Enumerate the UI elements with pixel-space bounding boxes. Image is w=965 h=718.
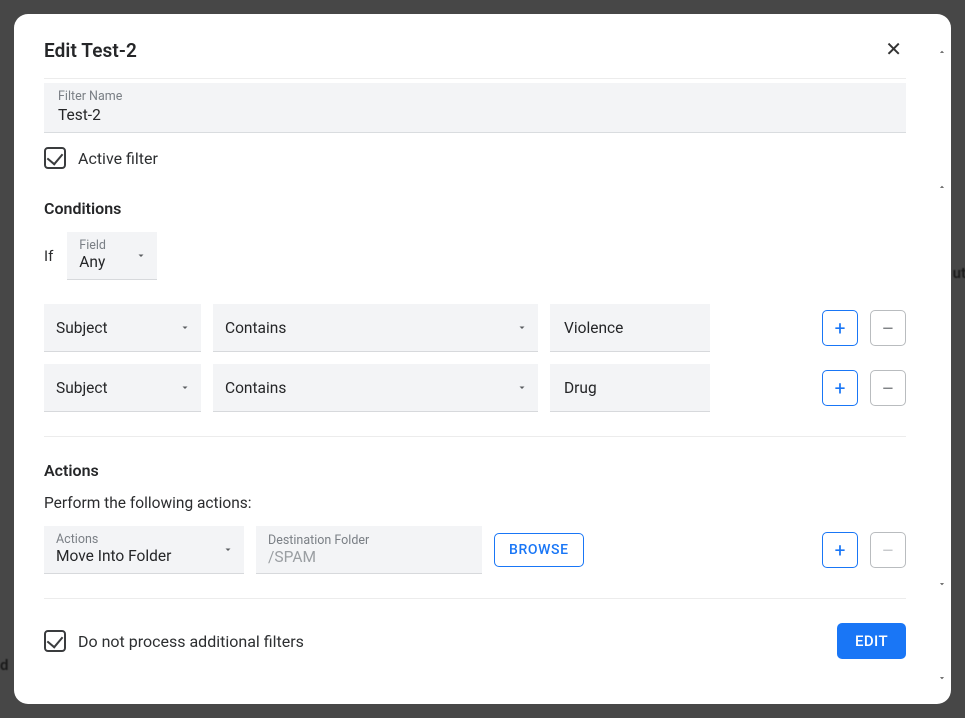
condition-field-value: Subject	[56, 379, 167, 397]
stop-processing-checkbox[interactable]	[44, 630, 66, 652]
action-type-select[interactable]: Actions Move Into Folder	[44, 526, 244, 574]
close-icon[interactable]: ✕	[881, 36, 906, 64]
chevron-down-icon	[516, 378, 528, 397]
chevron-down-icon	[516, 318, 528, 337]
destination-folder-label: Destination Folder	[268, 533, 470, 548]
action-row: Actions Move Into Folder Destination Fol…	[44, 526, 906, 574]
match-mode-select[interactable]: Field Any	[67, 232, 157, 280]
match-mode-value: Any	[79, 253, 123, 272]
remove-condition-button[interactable]: –	[870, 310, 906, 346]
match-mode-field-label: Field	[79, 238, 123, 253]
remove-action-button: –	[870, 532, 906, 568]
chevron-down-icon	[135, 246, 147, 265]
scroll-up-icon[interactable]	[935, 179, 949, 195]
filter-name-label: Filter Name	[58, 89, 892, 104]
active-filter-checkbox[interactable]	[44, 147, 66, 169]
dialog-scroll-area: Edit Test-2 ✕ Filter Name Active filter …	[14, 14, 936, 704]
condition-value-input[interactable]	[550, 364, 710, 412]
condition-op-value: Contains	[225, 319, 504, 337]
dialog-title: Edit Test-2	[44, 39, 137, 62]
chevron-down-icon	[179, 378, 191, 397]
actions-title: Actions	[44, 461, 906, 480]
action-type-label: Actions	[56, 532, 210, 547]
action-type-value: Move Into Folder	[56, 547, 210, 566]
if-label: If	[44, 247, 53, 265]
scroll-up-icon[interactable]	[935, 44, 949, 60]
active-filter-label: Active filter	[78, 149, 158, 168]
filter-name-field[interactable]: Filter Name	[44, 83, 906, 133]
perform-label: Perform the following actions:	[44, 494, 906, 512]
conditions-title: Conditions	[44, 199, 906, 218]
condition-op-select[interactable]: Contains	[213, 304, 538, 352]
destination-folder-input[interactable]	[268, 548, 470, 566]
divider	[44, 78, 906, 79]
edit-filter-dialog: Edit Test-2 ✕ Filter Name Active filter …	[14, 14, 951, 704]
destination-folder-field[interactable]: Destination Folder	[256, 526, 482, 574]
condition-op-value: Contains	[225, 379, 504, 397]
condition-field-select[interactable]: Subject	[44, 364, 201, 412]
divider	[44, 598, 906, 599]
divider	[44, 436, 906, 437]
chevron-down-icon	[179, 318, 191, 337]
scroll-down-icon[interactable]	[935, 576, 949, 592]
stop-processing-label: Do not process additional filters	[78, 632, 304, 651]
condition-row: Subject Contains + –	[44, 364, 906, 412]
condition-op-select[interactable]: Contains	[213, 364, 538, 412]
condition-field-select[interactable]: Subject	[44, 304, 201, 352]
add-condition-button[interactable]: +	[822, 310, 858, 346]
filter-name-input[interactable]	[58, 106, 892, 124]
browse-button[interactable]: BROWSE	[494, 533, 584, 567]
condition-value-input[interactable]	[550, 304, 710, 352]
condition-row: Subject Contains + –	[44, 304, 906, 352]
add-condition-button[interactable]: +	[822, 370, 858, 406]
remove-condition-button[interactable]: –	[870, 370, 906, 406]
chevron-down-icon	[222, 540, 234, 559]
condition-field-value: Subject	[56, 319, 167, 337]
add-action-button[interactable]: +	[822, 532, 858, 568]
scroll-down-icon[interactable]	[935, 670, 949, 686]
edit-button[interactable]: EDIT	[837, 623, 906, 659]
dialog-scrollbar[interactable]	[935, 24, 949, 694]
